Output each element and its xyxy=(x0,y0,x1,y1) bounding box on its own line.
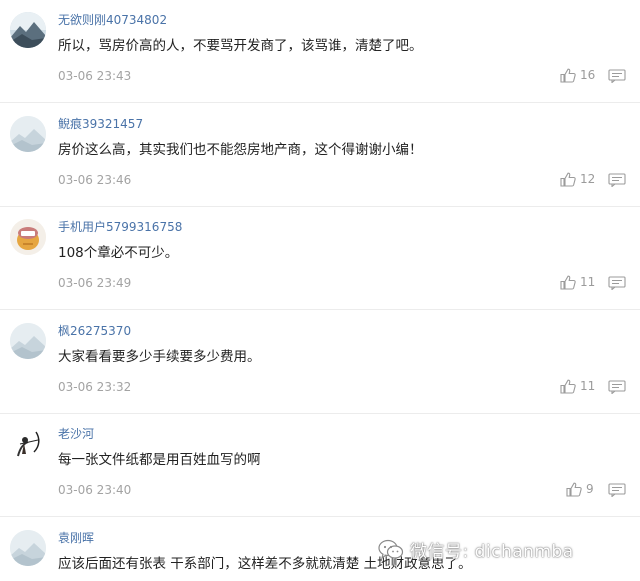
thumbs-up-icon xyxy=(560,68,576,83)
avatar[interactable] xyxy=(10,219,46,255)
comment-text: 房价这么高，其实我们也不能怨房地产商，这个得谢谢小编！ xyxy=(58,142,423,158)
thumbs-up-icon xyxy=(560,275,576,290)
comment-text: 每一张文件纸都是用百姓血写的啊 xyxy=(58,452,261,468)
like-button[interactable]: 16 xyxy=(560,66,595,84)
username[interactable]: 老沙河 xyxy=(58,425,94,442)
avatar[interactable] xyxy=(10,323,46,359)
avatar[interactable] xyxy=(10,530,46,566)
timestamp: 03-06 23:32 xyxy=(58,380,132,394)
comment-item: 鲵痕39321457 房价这么高，其实我们也不能怨房地产商，这个得谢谢小编！ 0… xyxy=(0,104,640,207)
avatar[interactable] xyxy=(10,12,46,48)
reply-icon[interactable] xyxy=(608,483,626,497)
like-count: 16 xyxy=(580,68,596,82)
watermark-text: 微信号: dichanmba xyxy=(410,542,574,562)
like-button[interactable]: 9 xyxy=(566,480,594,498)
username[interactable]: 袁刚晖 xyxy=(58,529,94,546)
comment-text: 108个章必不可少。 xyxy=(58,245,179,261)
timestamp: 03-06 23:46 xyxy=(58,173,132,187)
default-avatar-icon xyxy=(10,530,46,566)
default-avatar-icon xyxy=(10,116,46,152)
comment-item: 无欲则刚40734802 所以，骂房价高的人，不要骂开发商了，该骂谁，清楚了吧。… xyxy=(0,0,640,103)
like-count: 11 xyxy=(580,379,596,393)
comment-item: 老沙河 每一张文件纸都是用百姓血写的啊 03-06 23:40 9 xyxy=(0,414,640,517)
username[interactable]: 枫26275370 xyxy=(58,322,131,339)
like-button[interactable]: 12 xyxy=(560,170,595,188)
comment-item: 枫26275370 大家看看要多少手续要多少费用。 03-06 23:32 11 xyxy=(0,311,640,414)
comment-item: 手机用户5799316758 108个章必不可少。 03-06 23:49 11 xyxy=(0,207,640,310)
reply-icon[interactable] xyxy=(608,69,626,83)
username[interactable]: 手机用户5799316758 xyxy=(58,218,182,235)
wechat-icon xyxy=(378,539,404,559)
comment-text: 所以，骂房价高的人，不要骂开发商了，该骂谁，清楚了吧。 xyxy=(58,38,423,54)
reply-icon[interactable] xyxy=(608,380,626,394)
thumbs-up-icon xyxy=(566,482,582,497)
timestamp: 03-06 23:43 xyxy=(58,69,132,83)
default-avatar-icon xyxy=(10,323,46,359)
like-count: 9 xyxy=(586,482,594,496)
like-button[interactable]: 11 xyxy=(560,377,595,395)
like-count: 12 xyxy=(580,172,596,186)
reply-icon[interactable] xyxy=(608,173,626,187)
avatar[interactable] xyxy=(10,426,46,462)
reply-icon[interactable] xyxy=(608,276,626,290)
thumbs-up-icon xyxy=(560,379,576,394)
timestamp: 03-06 23:40 xyxy=(58,483,132,497)
cartoon-avatar-icon xyxy=(10,219,46,255)
username[interactable]: 无欲则刚40734802 xyxy=(58,11,167,28)
timestamp: 03-06 23:49 xyxy=(58,276,132,290)
avatar[interactable] xyxy=(10,116,46,152)
landscape-avatar-icon xyxy=(10,12,46,48)
thumbs-up-icon xyxy=(560,172,576,187)
username[interactable]: 鲵痕39321457 xyxy=(58,115,143,132)
watermark: 微信号: dichanmba xyxy=(378,537,574,562)
like-button[interactable]: 11 xyxy=(560,273,595,291)
comment-text: 大家看看要多少手续要多少费用。 xyxy=(58,349,261,365)
archer-avatar-icon xyxy=(10,426,46,462)
like-count: 11 xyxy=(580,275,596,289)
